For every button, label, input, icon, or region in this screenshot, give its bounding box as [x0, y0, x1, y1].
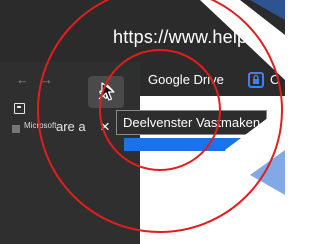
lock-icon[interactable] [248, 72, 264, 88]
tab-favicon-icon [12, 125, 20, 133]
screenshot-area: https://www.help. ← → Google Drive C Mic… [0, 0, 285, 244]
mouse-cursor-icon [101, 82, 115, 101]
tooltip: Deelvenster Vastmaken [116, 110, 268, 135]
back-icon[interactable]: ← [16, 72, 29, 87]
bookmark-google-drive[interactable]: Google Drive [148, 72, 224, 87]
blue-slash-bottom [250, 150, 285, 195]
tab-title: Microsoft [24, 121, 57, 130]
close-icon[interactable]: × [100, 117, 110, 137]
page-accent-band [124, 138, 285, 151]
sidebar-icon[interactable] [14, 103, 25, 114]
bookmark-next-initial[interactable]: C [270, 72, 279, 87]
url-text[interactable]: https://www.help. [113, 27, 252, 48]
tab-title-continued: are a [56, 119, 86, 134]
address-bar[interactable]: https://www.help. [0, 0, 285, 62]
forward-icon[interactable]: → [40, 72, 53, 87]
